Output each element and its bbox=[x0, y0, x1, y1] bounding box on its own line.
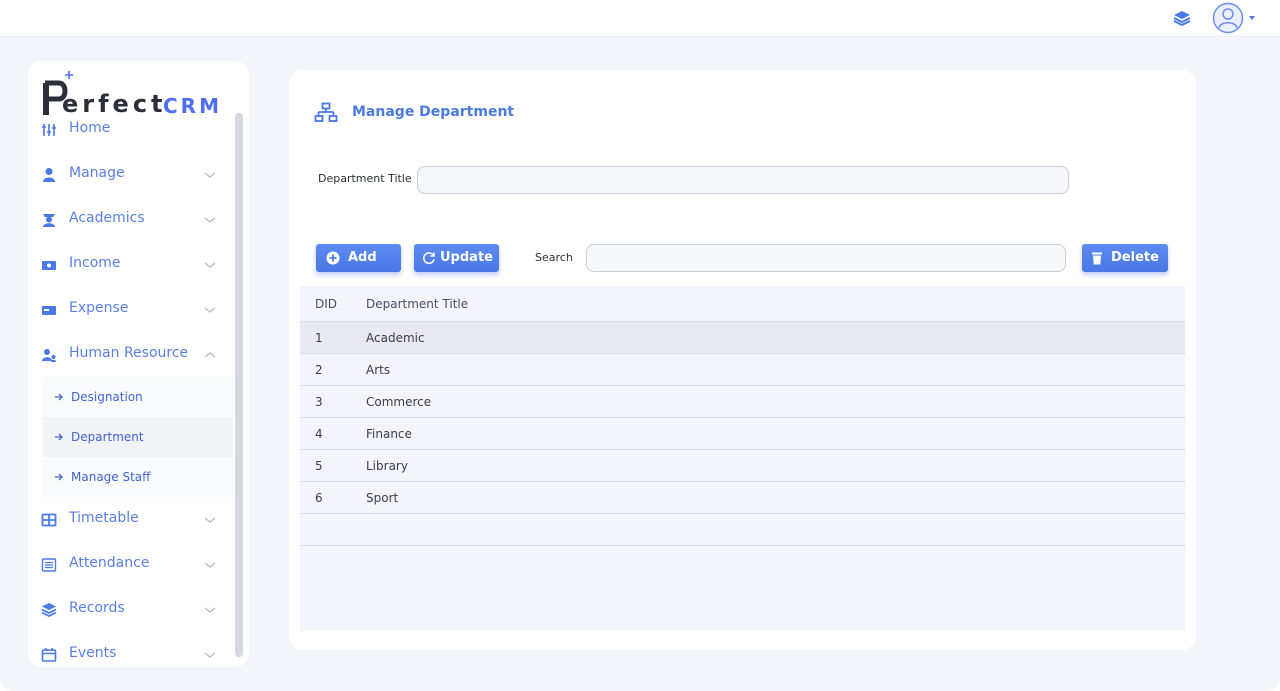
layers-icon[interactable] bbox=[1173, 10, 1191, 26]
add-button[interactable]: Add bbox=[316, 244, 401, 272]
sidebar-item-label: Events bbox=[69, 645, 117, 661]
sitemap-icon bbox=[314, 102, 338, 122]
chevron-down-icon bbox=[204, 307, 216, 313]
column-header-department-title: Department Title bbox=[366, 297, 469, 311]
column-header-did: DID bbox=[315, 297, 338, 311]
sidebar: erfect CRM Home Manage Academics Income … bbox=[28, 61, 249, 667]
calendar-icon bbox=[41, 648, 57, 662]
sidebar-item-label: Academics bbox=[69, 210, 145, 226]
sidebar-item-attendance[interactable]: Attendance bbox=[28, 545, 233, 585]
chevron-down-icon bbox=[204, 262, 216, 268]
sidebar-subitem-designation[interactable]: Designation bbox=[43, 377, 233, 417]
delete-button[interactable]: Delete bbox=[1082, 244, 1168, 272]
sidebar-item-home[interactable]: Home bbox=[28, 110, 233, 150]
cell-did: 1 bbox=[315, 331, 323, 345]
table-row[interactable]: 1 Academic bbox=[300, 322, 1185, 354]
update-button[interactable]: Update bbox=[414, 244, 499, 272]
update-button-label: Update bbox=[440, 250, 493, 265]
sidebar-item-label: Records bbox=[69, 600, 125, 616]
arrow-right-icon bbox=[55, 473, 63, 481]
sidebar-item-academics[interactable]: Academics bbox=[28, 200, 233, 240]
cell-did: 5 bbox=[315, 459, 323, 473]
cell-department-title: Commerce bbox=[366, 395, 432, 409]
sidebar-subitem-department[interactable]: Department bbox=[43, 417, 233, 457]
person-icon bbox=[43, 168, 55, 182]
sidebar-subitem-manage-staff[interactable]: Manage Staff bbox=[43, 457, 233, 497]
top-bar bbox=[0, 0, 1280, 37]
sidebar-subitem-label: Department bbox=[71, 430, 144, 444]
delete-button-label: Delete bbox=[1111, 250, 1159, 265]
cell-department-title: Sport bbox=[366, 491, 399, 505]
cell-department-title: Finance bbox=[366, 427, 412, 441]
department-title-label: Department Title bbox=[318, 172, 412, 185]
sidebar-item-events[interactable]: Events bbox=[28, 635, 233, 667]
sidebar-item-income[interactable]: Income bbox=[28, 245, 233, 285]
graduate-icon bbox=[43, 214, 55, 227]
app-frame: erfect CRM Home Manage Academics Income … bbox=[0, 0, 1280, 691]
add-button-label: Add bbox=[348, 250, 377, 265]
chevron-up-icon bbox=[204, 352, 216, 358]
user-avatar-icon[interactable] bbox=[1212, 2, 1244, 34]
table-row[interactable]: 3 Commerce bbox=[300, 386, 1185, 418]
refresh-icon bbox=[423, 252, 435, 265]
cell-department-title: Library bbox=[366, 459, 408, 473]
department-title-input[interactable] bbox=[417, 166, 1069, 194]
sidebar-item-label: Income bbox=[69, 255, 121, 271]
chevron-down-icon bbox=[204, 217, 216, 223]
sidebar-item-label: Timetable bbox=[69, 510, 139, 526]
sidebar-item-timetable[interactable]: Timetable bbox=[28, 500, 233, 540]
sidebar-item-records[interactable]: Records bbox=[28, 590, 233, 630]
sliders-icon bbox=[42, 124, 56, 136]
table-row[interactable]: 6 Sport bbox=[300, 482, 1185, 514]
chevron-down-icon bbox=[204, 652, 216, 658]
cell-did: 6 bbox=[315, 491, 323, 505]
table-row[interactable]: 5 Library bbox=[300, 450, 1185, 482]
sidebar-item-manage[interactable]: Manage bbox=[28, 155, 233, 195]
chevron-down-icon bbox=[204, 607, 216, 613]
cell-department-title: Academic bbox=[366, 331, 425, 345]
search-label: Search bbox=[535, 251, 573, 264]
manage-department-card: Manage Department Department Title Add U… bbox=[289, 70, 1196, 650]
sidebar-item-label: Attendance bbox=[69, 555, 150, 571]
chevron-down-icon bbox=[204, 172, 216, 178]
cash-icon bbox=[42, 261, 56, 270]
trash-icon bbox=[1092, 252, 1102, 265]
chevron-down-icon bbox=[204, 517, 216, 523]
sidebar-item-label: Home bbox=[69, 120, 111, 136]
department-table: DID Department Title 1 Academic 2 Arts 3… bbox=[300, 286, 1185, 631]
table-header: DID Department Title bbox=[300, 286, 1185, 322]
table-row[interactable]: 4 Finance bbox=[300, 418, 1185, 450]
sidebar-item-label: Expense bbox=[69, 300, 129, 316]
people-icon bbox=[42, 349, 56, 362]
layers-icon bbox=[41, 603, 57, 618]
search-input[interactable] bbox=[586, 244, 1066, 272]
chevron-down-icon bbox=[204, 562, 216, 568]
sidebar-item-label: Manage bbox=[69, 165, 125, 181]
arrow-right-icon bbox=[55, 433, 63, 441]
cell-did: 4 bbox=[315, 427, 323, 441]
cell-did: 2 bbox=[315, 363, 323, 377]
sidebar-subitem-label: Manage Staff bbox=[71, 470, 151, 484]
sidebar-scrollbar[interactable] bbox=[235, 113, 243, 657]
sidebar-subitem-label: Designation bbox=[71, 390, 143, 404]
sidebar-item-label: Human Resource bbox=[69, 345, 189, 361]
table-row[interactable]: 2 Arts bbox=[300, 354, 1185, 386]
grid-icon bbox=[41, 513, 57, 527]
sidebar-item-human-resource[interactable]: Human Resource bbox=[28, 335, 233, 375]
caret-down-icon[interactable] bbox=[1247, 13, 1257, 23]
arrow-right-icon bbox=[55, 393, 63, 401]
list-icon bbox=[41, 558, 57, 572]
card-icon bbox=[42, 306, 56, 315]
table-row-empty bbox=[300, 514, 1185, 546]
sidebar-item-expense[interactable]: Expense bbox=[28, 290, 233, 330]
cell-department-title: Arts bbox=[366, 363, 391, 377]
cell-did: 3 bbox=[315, 395, 323, 409]
plus-circle-icon bbox=[326, 251, 340, 265]
page-title: Manage Department bbox=[352, 104, 515, 120]
